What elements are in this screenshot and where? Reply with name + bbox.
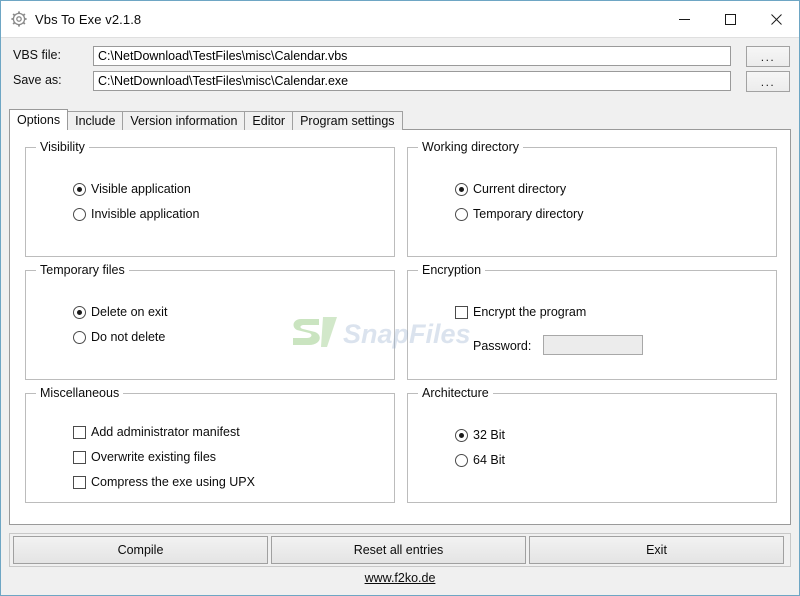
- radio-do-not-delete[interactable]: Do not delete: [73, 330, 165, 344]
- checkbox-encrypt-the-program[interactable]: Encrypt the program: [455, 305, 586, 319]
- checkbox-indicator: [73, 425, 86, 439]
- radio-label: Do not delete: [91, 330, 166, 344]
- group-architecture: Architecture 32 Bit 64 Bit: [407, 386, 777, 503]
- gear-icon: [11, 11, 27, 27]
- radio-label: Visible application: [91, 182, 191, 196]
- compile-button[interactable]: Compile: [13, 536, 268, 564]
- button-bar: Compile Reset all entries Exit: [9, 533, 791, 567]
- checkbox-indicator: [73, 475, 86, 489]
- checkbox-label: Compress the exe using UPX: [91, 475, 255, 489]
- footer: www.f2ko.de: [1, 571, 799, 585]
- group-miscellaneous-title: Miscellaneous: [36, 386, 124, 400]
- radio-indicator: [455, 453, 468, 467]
- group-visibility-title: Visibility: [36, 140, 89, 154]
- tab-version-information[interactable]: Version information: [122, 111, 246, 130]
- title-bar: Vbs To Exe v2.1.8: [1, 1, 799, 37]
- save-as-row: Save as: ...: [1, 71, 799, 93]
- close-button[interactable]: [753, 2, 799, 37]
- options-tab-panel: Visibility Visible application Invisible…: [9, 129, 791, 525]
- radio-indicator: [73, 182, 86, 196]
- checkbox-overwrite-existing-files[interactable]: Overwrite existing files: [73, 450, 216, 464]
- vbs-browse-button[interactable]: ...: [746, 46, 790, 67]
- vbs-file-row: VBS file: ...: [1, 46, 799, 68]
- radio-temporary-directory[interactable]: Temporary directory: [455, 207, 583, 221]
- checkbox-label: Overwrite existing files: [91, 450, 217, 464]
- radio-label: Temporary directory: [473, 207, 584, 221]
- application-window: Vbs To Exe v2.1.8 VBS file: ... Save as:…: [0, 0, 800, 596]
- group-architecture-title: Architecture: [418, 386, 493, 400]
- tab-include[interactable]: Include: [67, 111, 124, 130]
- minimize-button[interactable]: [661, 2, 707, 37]
- tab-options[interactable]: Options: [9, 109, 69, 130]
- checkbox-add-administrator-manifest[interactable]: Add administrator manifest: [73, 425, 240, 439]
- radio-32-bit[interactable]: 32 Bit: [455, 428, 505, 442]
- save-as-label: Save as:: [13, 73, 62, 87]
- radio-label: 32 Bit: [473, 428, 505, 442]
- save-as-browse-button[interactable]: ...: [746, 71, 790, 92]
- window-title: Vbs To Exe v2.1.8: [35, 11, 142, 27]
- group-working-directory: Working directory Current directory Temp…: [407, 140, 777, 257]
- checkbox-indicator: [455, 305, 468, 319]
- group-encryption-title: Encryption: [418, 263, 486, 277]
- group-encryption: Encryption Encrypt the program Password:: [407, 263, 777, 380]
- checkbox-indicator: [73, 450, 86, 464]
- file-fields-area: VBS file: ... Save as: ...: [1, 37, 799, 107]
- group-temporary-files: Temporary files Delete on exit Do not de…: [25, 263, 395, 380]
- group-visibility: Visibility Visible application Invisible…: [25, 140, 395, 257]
- tab-strip: Options Include Version information Edit…: [9, 109, 791, 130]
- vbs-file-label: VBS file:: [13, 48, 61, 62]
- radio-label: Invisible application: [91, 207, 200, 221]
- group-working-directory-title: Working directory: [418, 140, 524, 154]
- radio-indicator: [455, 182, 468, 196]
- window-controls: [661, 2, 799, 37]
- group-temporary-files-title: Temporary files: [36, 263, 129, 277]
- radio-64-bit[interactable]: 64 Bit: [455, 453, 505, 467]
- checkbox-compress-exe-using-upx[interactable]: Compress the exe using UPX: [73, 475, 255, 489]
- radio-label: 64 Bit: [473, 453, 505, 467]
- maximize-button[interactable]: [707, 2, 753, 37]
- radio-delete-on-exit[interactable]: Delete on exit: [73, 305, 167, 319]
- radio-indicator: [73, 305, 86, 319]
- radio-indicator: [455, 428, 468, 442]
- radio-visible-application[interactable]: Visible application: [73, 182, 191, 196]
- radio-current-directory[interactable]: Current directory: [455, 182, 566, 196]
- radio-indicator: [73, 207, 86, 221]
- exit-button[interactable]: Exit: [529, 536, 784, 564]
- reset-all-entries-button[interactable]: Reset all entries: [271, 536, 526, 564]
- checkbox-label: Add administrator manifest: [91, 425, 240, 439]
- password-input[interactable]: [543, 335, 643, 355]
- password-label: Password:: [473, 339, 532, 353]
- radio-indicator: [455, 207, 468, 221]
- group-miscellaneous: Miscellaneous Add administrator manifest…: [25, 386, 395, 503]
- radio-invisible-application[interactable]: Invisible application: [73, 207, 199, 221]
- tab-editor[interactable]: Editor: [244, 111, 294, 130]
- radio-label: Current directory: [473, 182, 567, 196]
- website-link[interactable]: www.f2ko.de: [365, 571, 436, 585]
- radio-label: Delete on exit: [91, 305, 168, 319]
- tab-program-settings[interactable]: Program settings: [292, 111, 403, 130]
- save-as-input[interactable]: [93, 71, 731, 91]
- radio-indicator: [73, 330, 86, 344]
- vbs-file-input[interactable]: [93, 46, 731, 66]
- checkbox-label: Encrypt the program: [473, 305, 587, 319]
